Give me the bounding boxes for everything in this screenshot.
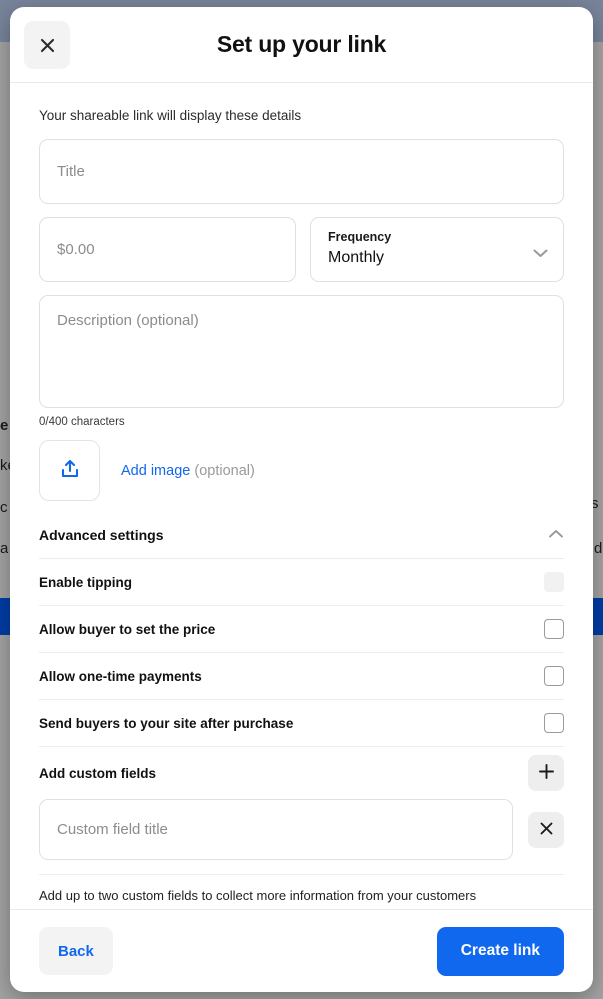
toggle-label: Send buyers to your site after purchase <box>39 716 293 731</box>
setup-link-modal: Set up your link Your shareable link wil… <box>10 7 593 992</box>
intro-text: Your shareable link will display these d… <box>39 108 564 123</box>
background-text-fragment: e <box>0 418 8 433</box>
modal-footer: Back Create link <box>10 909 593 992</box>
frequency-select[interactable]: Frequency Monthly <box>310 217 564 282</box>
toggle-row-buyer-set-price[interactable]: Allow buyer to set the price <box>39 606 564 653</box>
toggle-row-one-time-payments[interactable]: Allow one-time payments <box>39 653 564 700</box>
modal-body: Your shareable link will display these d… <box>10 83 593 909</box>
close-icon <box>538 820 555 840</box>
chevron-up-icon <box>548 526 564 544</box>
advanced-settings-header[interactable]: Advanced settings <box>39 526 564 559</box>
toggle-row-enable-tipping[interactable]: Enable tipping <box>39 559 564 606</box>
custom-field-title-input[interactable] <box>39 799 513 860</box>
price-input[interactable] <box>39 217 296 282</box>
toggle-label: Allow one-time payments <box>39 669 202 684</box>
add-image-optional-label: (optional) <box>194 463 254 479</box>
add-image-button[interactable] <box>39 440 100 501</box>
price-frequency-row: Frequency Monthly <box>39 217 564 282</box>
add-image-link[interactable]: Add image <box>121 463 190 479</box>
frequency-label: Frequency <box>328 229 546 246</box>
custom-fields-label: Add custom fields <box>39 766 156 781</box>
back-button[interactable]: Back <box>39 927 113 975</box>
frequency-value: Monthly <box>328 246 546 269</box>
toggle-label: Enable tipping <box>39 575 132 590</box>
create-link-button[interactable]: Create link <box>437 927 564 976</box>
advanced-settings-label: Advanced settings <box>39 527 163 543</box>
plus-icon <box>538 763 555 783</box>
toggle-label: Allow buyer to set the price <box>39 622 215 637</box>
background-text-fragment: a <box>0 541 8 556</box>
modal-header: Set up your link <box>10 7 593 83</box>
one-time-payments-checkbox[interactable] <box>544 666 564 686</box>
remove-custom-field-button[interactable] <box>528 812 564 848</box>
close-icon <box>39 37 56 54</box>
upload-icon <box>58 457 82 484</box>
enable-tipping-checkbox <box>544 572 564 592</box>
send-buyers-to-site-checkbox[interactable] <box>544 713 564 733</box>
add-image-label-group: Add image (optional) <box>121 463 255 479</box>
close-button[interactable] <box>24 21 70 69</box>
image-upload-row: Add image (optional) <box>39 440 564 501</box>
toggle-row-send-buyers-to-site[interactable]: Send buyers to your site after purchase <box>39 700 564 747</box>
add-custom-field-button[interactable] <box>528 755 564 791</box>
chevron-down-icon <box>533 245 548 263</box>
character-counter: 0/400 characters <box>39 416 564 428</box>
buyer-set-price-checkbox[interactable] <box>544 619 564 639</box>
custom-fields-hint: Add up to two custom fields to collect m… <box>39 874 564 903</box>
custom-field-row <box>39 799 564 860</box>
custom-fields-header: Add custom fields <box>39 747 564 799</box>
background-text-fragment: d <box>594 541 602 556</box>
description-textarea[interactable] <box>39 295 564 408</box>
background-text-fragment: c <box>0 500 8 515</box>
title-input[interactable] <box>39 139 564 204</box>
page-title: Set up your link <box>10 31 593 58</box>
